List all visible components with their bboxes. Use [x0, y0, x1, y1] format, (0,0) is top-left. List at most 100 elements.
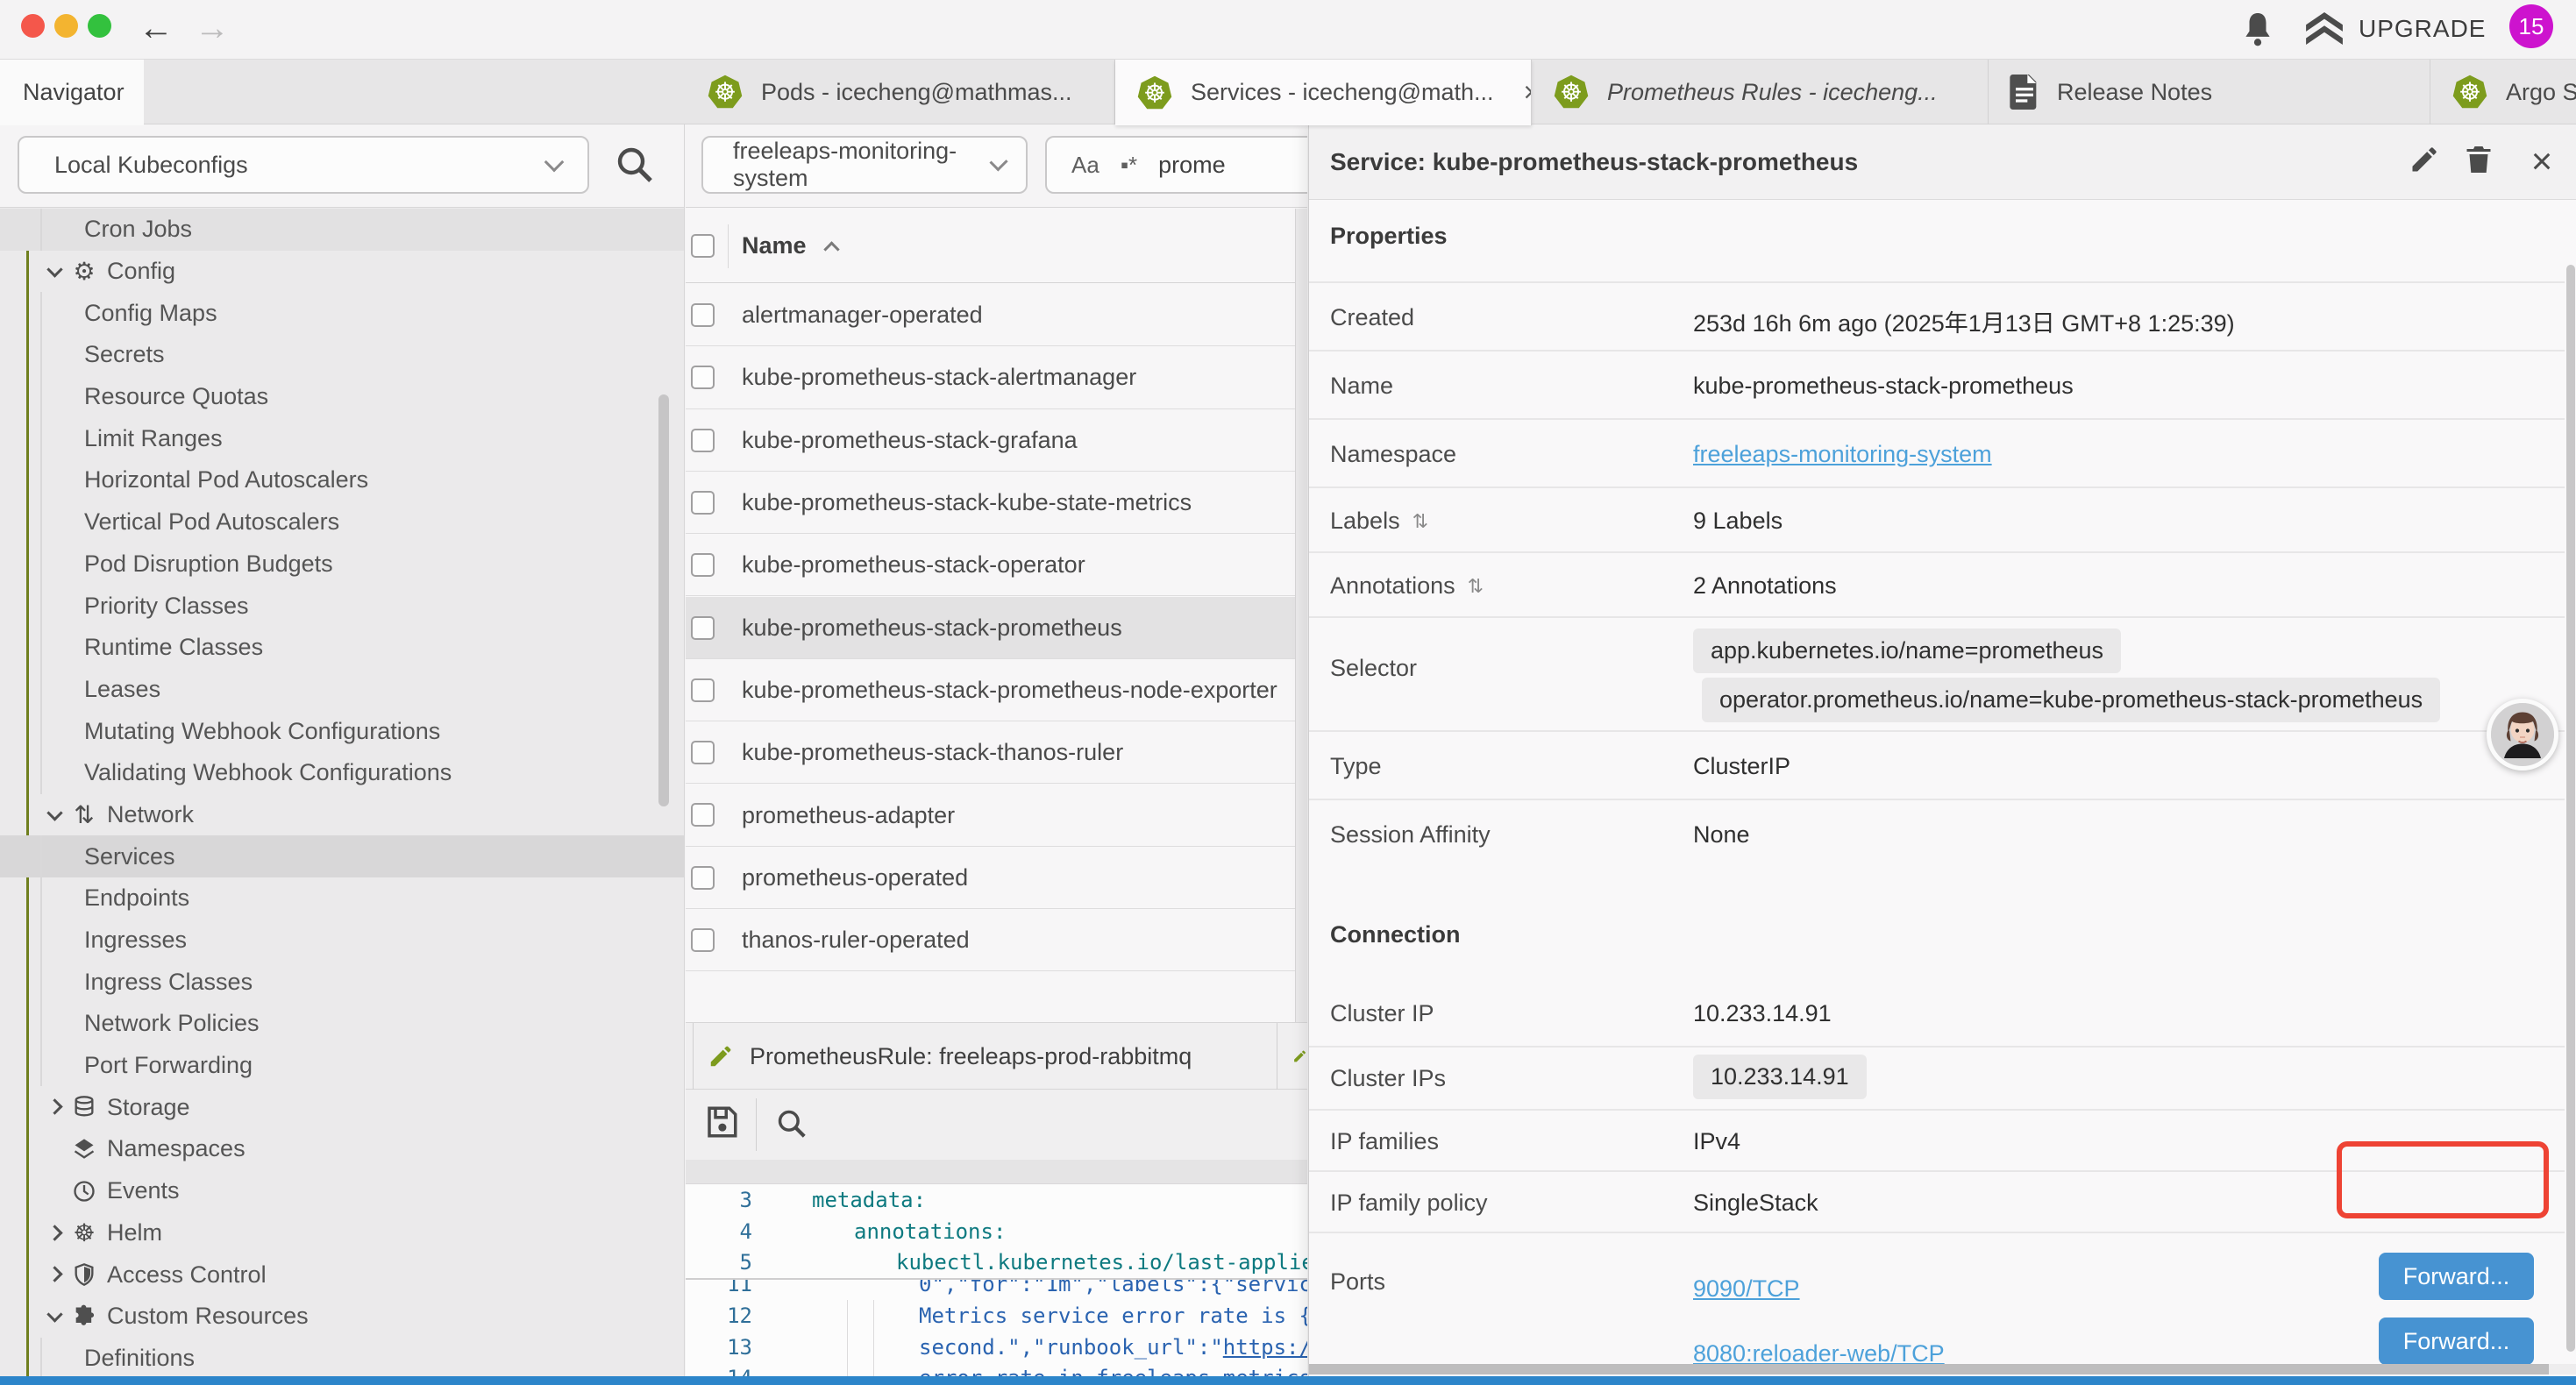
sort-toggle-icon[interactable]: ⇅: [1413, 510, 1428, 533]
sidebar-search-icon[interactable]: [614, 144, 656, 186]
sidebar-item-definitions[interactable]: Definitions: [0, 1338, 685, 1380]
close-icon[interactable]: ×: [2524, 144, 2559, 179]
sidebar-item-ingress-classes[interactable]: Ingress Classes: [0, 961, 685, 1003]
table-row[interactable]: prometheus-adapter: [686, 784, 1307, 846]
forward-button-9090[interactable]: Forward...: [2379, 1253, 2534, 1300]
navigator-panel-tab[interactable]: Navigator: [0, 60, 144, 125]
table-row[interactable]: prometheus-operated: [686, 847, 1307, 909]
sidebar-group-storage[interactable]: Storage: [0, 1086, 685, 1128]
sidebar-group-access-control[interactable]: Access Control: [0, 1254, 685, 1296]
sidebar-item-validating-webhook-configurations[interactable]: Validating Webhook Configurations: [0, 752, 685, 794]
namespace-select[interactable]: freeleaps-monitoring-system: [701, 136, 1028, 194]
row-checkbox[interactable]: [691, 553, 715, 577]
list-search-box[interactable]: Aa ▪*: [1045, 136, 1307, 194]
sidebar-group-config[interactable]: ⚙ Config: [0, 251, 685, 293]
sidebar-item-cron-jobs[interactable]: Cron Jobs: [0, 209, 685, 251]
delete-trash-icon[interactable]: [2463, 144, 2498, 179]
row-checkbox[interactable]: [691, 429, 715, 452]
tab-pods[interactable]: Pods - icecheng@mathmas...: [686, 60, 1115, 124]
sidebar-item-services[interactable]: Services: [0, 835, 685, 877]
table-row[interactable]: thanos-ruler-operated: [686, 909, 1307, 971]
table-row[interactable]: kube-prometheus-stack-prometheus-node-ex…: [686, 659, 1307, 721]
tab-release-notes[interactable]: Release Notes: [1989, 60, 2430, 124]
sidebar-item-endpoints[interactable]: Endpoints: [0, 877, 685, 920]
panel-horizontal-scrollbar[interactable]: [1309, 1364, 2576, 1374]
user-avatar[interactable]: [2487, 699, 2558, 771]
save-button[interactable]: [703, 1104, 740, 1140]
row-checkbox[interactable]: [691, 303, 715, 327]
dock-tab-partial[interactable]: [1285, 1023, 1307, 1090]
sidebar-item-secrets[interactable]: Secrets: [0, 334, 685, 376]
row-checkbox[interactable]: [691, 616, 715, 640]
sort-toggle-icon[interactable]: ⇅: [1468, 575, 1484, 598]
gear-icon: ⚙: [72, 259, 96, 284]
helm-wheel-icon: ☸: [72, 1221, 96, 1246]
table-row[interactable]: alertmanager-operated: [686, 284, 1307, 346]
sidebar-item-leases[interactable]: Leases: [0, 669, 685, 711]
forward-button[interactable]: →: [195, 7, 230, 49]
row-checkbox[interactable]: [691, 491, 715, 515]
row-checkbox[interactable]: [691, 678, 715, 702]
column-header-name[interactable]: Name: [742, 209, 837, 283]
sidebar-item-runtime-classes[interactable]: Runtime Classes: [0, 627, 685, 669]
notification-count-badge[interactable]: 15: [2509, 4, 2553, 48]
traffic-light-zoom-button[interactable]: [88, 14, 111, 38]
sidebar-group-custom-resources[interactable]: Custom Resources: [0, 1296, 685, 1338]
back-button[interactable]: ←: [139, 7, 174, 49]
table-row[interactable]: kube-prometheus-stack-grafana: [686, 409, 1307, 472]
search-input[interactable]: [1158, 152, 1281, 179]
sidebar-item-limit-ranges[interactable]: Limit Ranges: [0, 417, 685, 459]
table-row[interactable]: kube-prometheus-stack-thanos-ruler: [686, 721, 1307, 784]
row-checkbox[interactable]: [691, 866, 715, 890]
sidebar-group-network[interactable]: ⇅ Network: [0, 794, 685, 836]
sidebar-item-ingresses[interactable]: Ingresses: [0, 920, 685, 962]
dock-toolbar: [686, 1090, 1307, 1160]
tab-services-active[interactable]: Services - icecheng@math... ×: [1115, 60, 1532, 125]
sidebar-item-resource-quotas[interactable]: Resource Quotas: [0, 376, 685, 418]
table-row[interactable]: kube-prometheus-stack-alertmanager: [686, 346, 1307, 408]
select-all-checkbox[interactable]: [691, 234, 715, 258]
sidebar-item-namespaces[interactable]: Namespaces: [0, 1128, 685, 1170]
forward-button-8080[interactable]: Forward...: [2379, 1318, 2534, 1365]
traffic-light-close-button[interactable]: [21, 14, 45, 38]
port-link-9090[interactable]: 9090/TCP: [1693, 1275, 1800, 1303]
table-vertical-scrollbar[interactable]: [1295, 209, 1307, 1094]
editor-search-icon[interactable]: [775, 1107, 808, 1140]
edit-pencil-icon: [708, 1043, 734, 1069]
table-row[interactable]: kube-prometheus-stack-operator: [686, 534, 1307, 596]
sidebar-item-vertical-pod-autoscalers[interactable]: Vertical Pod Autoscalers: [0, 501, 685, 543]
yaml-editor[interactable]: 3metadata: 4annotations: 5kubectl.kubern…: [686, 1184, 1307, 1385]
notifications-bell-icon[interactable]: [2241, 11, 2274, 48]
sidebar-item-config-maps[interactable]: Config Maps: [0, 292, 685, 334]
tab-close-icon[interactable]: ×: [1524, 76, 1532, 109]
sidebar-item-events[interactable]: Events: [0, 1170, 685, 1212]
match-case-toggle[interactable]: Aa: [1071, 152, 1099, 179]
panel-vertical-scrollbar[interactable]: [2566, 265, 2575, 1352]
runbook-url-link[interactable]: https://netd: [1223, 1335, 1307, 1360]
section-heading-properties: Properties: [1330, 223, 1448, 250]
sidebar-group-helm[interactable]: ☸ Helm: [0, 1212, 685, 1254]
row-checkbox[interactable]: [691, 928, 715, 952]
tab-prometheus-rules-preview[interactable]: Prometheus Rules - icecheng...: [1532, 60, 1989, 124]
traffic-light-minimize-button[interactable]: [54, 14, 78, 38]
namespace-link[interactable]: freeleaps-monitoring-system: [1693, 441, 1992, 468]
row-checkbox[interactable]: [691, 803, 715, 827]
regex-toggle[interactable]: ▪*: [1121, 152, 1137, 179]
sidebar-item-port-forwarding[interactable]: Port Forwarding: [0, 1045, 685, 1087]
tab-argo[interactable]: Argo Se: [2430, 60, 2576, 124]
window-tab-bar: Navigator Pods - icecheng@mathmas... Ser…: [0, 60, 2576, 124]
dock-tab-prometheusrule[interactable]: PrometheusRule: freeleaps-prod-rabbitmq: [693, 1023, 1277, 1090]
sidebar-item-mutating-webhook-configurations[interactable]: Mutating Webhook Configurations: [0, 710, 685, 752]
table-row[interactable]: kube-prometheus-stack-kube-state-metrics: [686, 472, 1307, 534]
sidebar-item-pod-disruption-budgets[interactable]: Pod Disruption Budgets: [0, 543, 685, 586]
sidebar-item-network-policies[interactable]: Network Policies: [0, 1003, 685, 1045]
sidebar-scrollbar[interactable]: [658, 394, 669, 806]
edit-pencil-icon[interactable]: [2409, 144, 2444, 179]
kubeconfig-select[interactable]: Local Kubeconfigs: [18, 136, 589, 194]
sidebar-item-horizontal-pod-autoscalers[interactable]: Horizontal Pod Autoscalers: [0, 459, 685, 501]
row-checkbox[interactable]: [691, 741, 715, 764]
row-checkbox[interactable]: [691, 366, 715, 389]
sidebar-item-priority-classes[interactable]: Priority Classes: [0, 585, 685, 627]
table-row-selected[interactable]: kube-prometheus-stack-prometheus: [686, 597, 1307, 659]
upgrade-button[interactable]: UPGRADE: [2304, 12, 2486, 46]
